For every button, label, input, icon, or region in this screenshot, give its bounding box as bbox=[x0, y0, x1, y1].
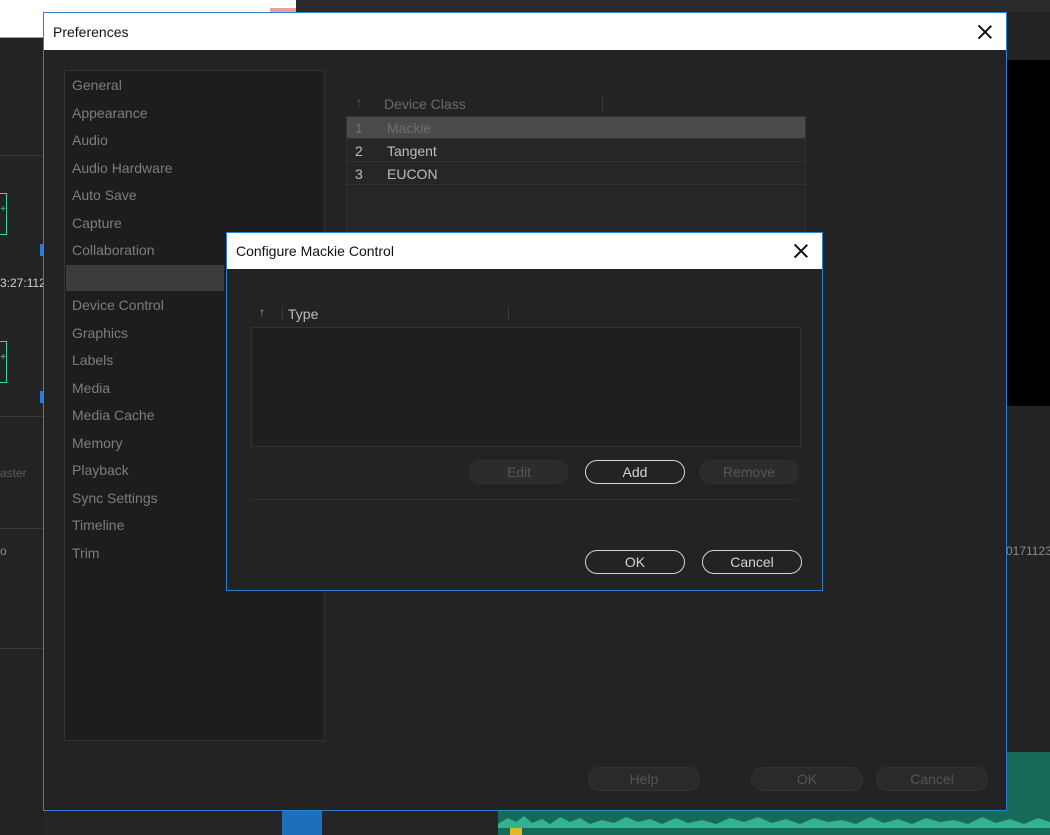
video-clip bbox=[282, 810, 322, 835]
table-row[interactable]: 1 Mackie bbox=[347, 117, 805, 139]
mackie-titlebar: Configure Mackie Control bbox=[227, 233, 822, 269]
clip-thumbnail bbox=[0, 193, 7, 235]
table-row[interactable]: 2 Tangent bbox=[347, 140, 805, 162]
sidebar-item[interactable]: Audio Hardware bbox=[66, 155, 323, 181]
panel-separator bbox=[0, 648, 44, 649]
audio-waveform bbox=[498, 816, 1050, 828]
panel-separator bbox=[0, 528, 44, 529]
sidebar-item[interactable]: Audio bbox=[66, 127, 323, 153]
device-class-name: EUCON bbox=[387, 166, 438, 182]
add-button[interactable]: Add bbox=[585, 460, 685, 484]
sidebar-item[interactable]: General bbox=[66, 72, 323, 98]
device-class-column-header[interactable]: Device Class bbox=[384, 96, 466, 112]
background-left-panel bbox=[0, 38, 44, 835]
playhead-marker[interactable] bbox=[510, 828, 522, 835]
row-number: 3 bbox=[355, 166, 363, 182]
preferences-close-icon[interactable] bbox=[975, 22, 995, 42]
background-info-label: o bbox=[0, 544, 7, 558]
row-number: 1 bbox=[355, 120, 363, 136]
panel-separator bbox=[0, 155, 44, 156]
column-divider bbox=[508, 306, 509, 320]
device-class-name: Mackie bbox=[387, 120, 432, 136]
mackie-cancel-button[interactable]: Cancel bbox=[702, 550, 802, 574]
mackie-ok-button[interactable]: OK bbox=[585, 550, 685, 574]
background-timecode: 3:27:112 bbox=[0, 276, 46, 290]
sidebar-item[interactable] bbox=[66, 264, 224, 291]
edit-button[interactable]: Edit bbox=[469, 460, 569, 484]
cancel-button[interactable]: Cancel bbox=[876, 767, 988, 791]
preferences-titlebar: Preferences bbox=[44, 13, 1006, 50]
background-right-timecode: 0171123. bbox=[1006, 544, 1050, 558]
table-row[interactable]: 3 EUCON bbox=[347, 163, 805, 185]
sidebar-item[interactable]: Appearance bbox=[66, 100, 323, 126]
column-divider bbox=[282, 306, 283, 320]
mackie-close-icon[interactable] bbox=[791, 241, 811, 261]
preferences-title: Preferences bbox=[53, 24, 129, 40]
clip-thumbnail bbox=[0, 341, 7, 383]
program-monitor bbox=[1006, 60, 1050, 406]
configure-mackie-dialog: Configure Mackie Control ↑ Type Edit Add… bbox=[226, 232, 823, 591]
background-top-strip bbox=[296, 0, 1050, 12]
device-table: 1 Mackie 2 Tangent 3 EUCON bbox=[346, 116, 806, 236]
type-table-header: ↑ Type bbox=[251, 303, 801, 325]
mackie-dialog-title: Configure Mackie Control bbox=[236, 243, 394, 259]
help-button[interactable]: Help bbox=[588, 767, 700, 791]
row-number: 2 bbox=[355, 143, 363, 159]
sort-arrow-icon[interactable]: ↑ bbox=[356, 95, 362, 109]
sidebar-item[interactable]: Auto Save bbox=[66, 182, 323, 208]
remove-button[interactable]: Remove bbox=[699, 460, 799, 484]
type-list[interactable] bbox=[251, 327, 801, 447]
panel-separator bbox=[0, 416, 44, 417]
device-table-header: ↑ Device Class bbox=[346, 93, 806, 115]
audio-clip bbox=[1006, 752, 1050, 810]
column-divider bbox=[602, 97, 603, 111]
background-master-label: aster bbox=[0, 466, 27, 480]
ok-button[interactable]: OK bbox=[751, 767, 863, 791]
device-class-name: Tangent bbox=[387, 143, 437, 159]
dialog-divider bbox=[251, 499, 797, 500]
type-column-header[interactable]: Type bbox=[288, 306, 318, 322]
sort-arrow-icon[interactable]: ↑ bbox=[259, 305, 265, 319]
